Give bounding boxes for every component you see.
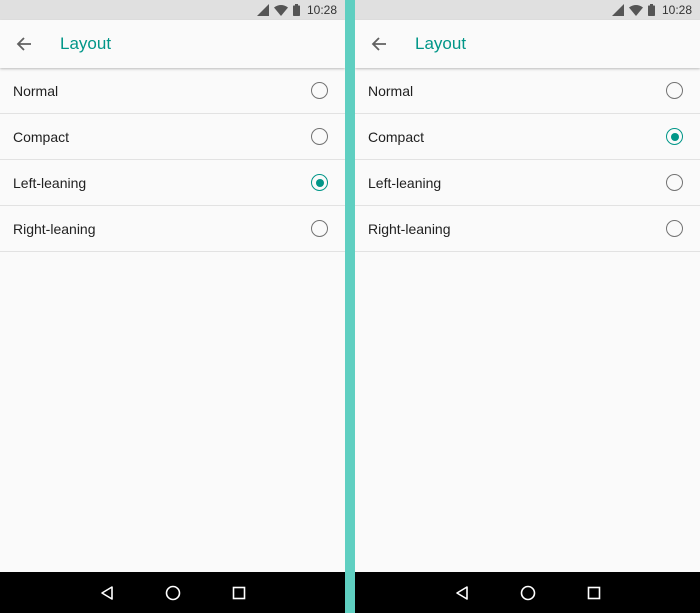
wifi-icon <box>628 4 643 16</box>
option-label: Normal <box>13 82 59 99</box>
back-arrow-icon <box>371 37 386 51</box>
option-left-leaning[interactable]: Left-leaning <box>355 160 700 206</box>
option-normal[interactable]: Normal <box>0 68 345 114</box>
page-title: Layout <box>415 34 467 53</box>
option-label: Compact <box>13 128 70 145</box>
back-button[interactable] <box>365 30 393 58</box>
nav-back-icon <box>100 585 113 600</box>
wifi-icon <box>273 4 288 16</box>
option-label: Right-leaning <box>13 220 96 237</box>
option-label: Normal <box>368 82 414 99</box>
status-time: 10:28 <box>306 3 337 17</box>
nav-back-button[interactable] <box>452 583 472 603</box>
signal-icon <box>256 4 269 16</box>
option-left-leaning[interactable]: Left-leaning <box>0 160 345 206</box>
back-arrow-icon <box>16 37 31 51</box>
layout-options-list: Normal Compact Left-leaning Right-leanin… <box>355 68 700 252</box>
option-right-leaning[interactable]: Right-leaning <box>0 206 345 252</box>
radio-button[interactable] <box>311 220 328 237</box>
back-button[interactable] <box>10 30 38 58</box>
status-bar: 10:28 <box>0 0 345 20</box>
option-right-leaning[interactable]: Right-leaning <box>355 206 700 252</box>
nav-recents-button[interactable] <box>229 583 249 603</box>
option-compact[interactable]: Compact <box>0 114 345 160</box>
nav-home-icon <box>520 585 535 600</box>
nav-home-button[interactable] <box>163 583 183 603</box>
option-label: Compact <box>368 128 425 145</box>
nav-recents-icon <box>587 586 600 599</box>
radio-button[interactable] <box>311 174 328 191</box>
battery-icon <box>647 4 655 16</box>
phone-screen-left: 10:28 Layout Normal Compact Left-leaning… <box>0 0 345 613</box>
radio-button[interactable] <box>666 220 683 237</box>
phone-screen-right: 10:28 Layout Normal Compact Left-leaning… <box>355 0 700 613</box>
signal-icon <box>611 4 624 16</box>
nav-recents-button[interactable] <box>584 583 604 603</box>
option-label: Left-leaning <box>368 174 442 191</box>
page-title: Layout <box>60 34 112 53</box>
option-label: Right-leaning <box>368 220 451 237</box>
radio-button[interactable] <box>666 82 683 99</box>
nav-back-icon <box>455 585 468 600</box>
option-compact[interactable]: Compact <box>355 114 700 160</box>
radio-button[interactable] <box>311 128 328 145</box>
radio-button[interactable] <box>311 82 328 99</box>
nav-home-button[interactable] <box>518 583 538 603</box>
nav-home-icon <box>165 585 180 600</box>
radio-button[interactable] <box>666 174 683 191</box>
navigation-bar <box>355 572 700 613</box>
nav-recents-icon <box>232 586 245 599</box>
option-normal[interactable]: Normal <box>355 68 700 114</box>
app-bar: Layout <box>355 20 700 68</box>
layout-options-list: Normal Compact Left-leaning Right-leanin… <box>0 68 345 252</box>
radio-button[interactable] <box>666 128 683 145</box>
status-time: 10:28 <box>661 3 692 17</box>
navigation-bar <box>0 572 345 613</box>
option-label: Left-leaning <box>13 174 87 191</box>
nav-back-button[interactable] <box>97 583 117 603</box>
battery-icon <box>292 4 300 16</box>
status-bar: 10:28 <box>355 0 700 20</box>
app-bar: Layout <box>0 20 345 68</box>
